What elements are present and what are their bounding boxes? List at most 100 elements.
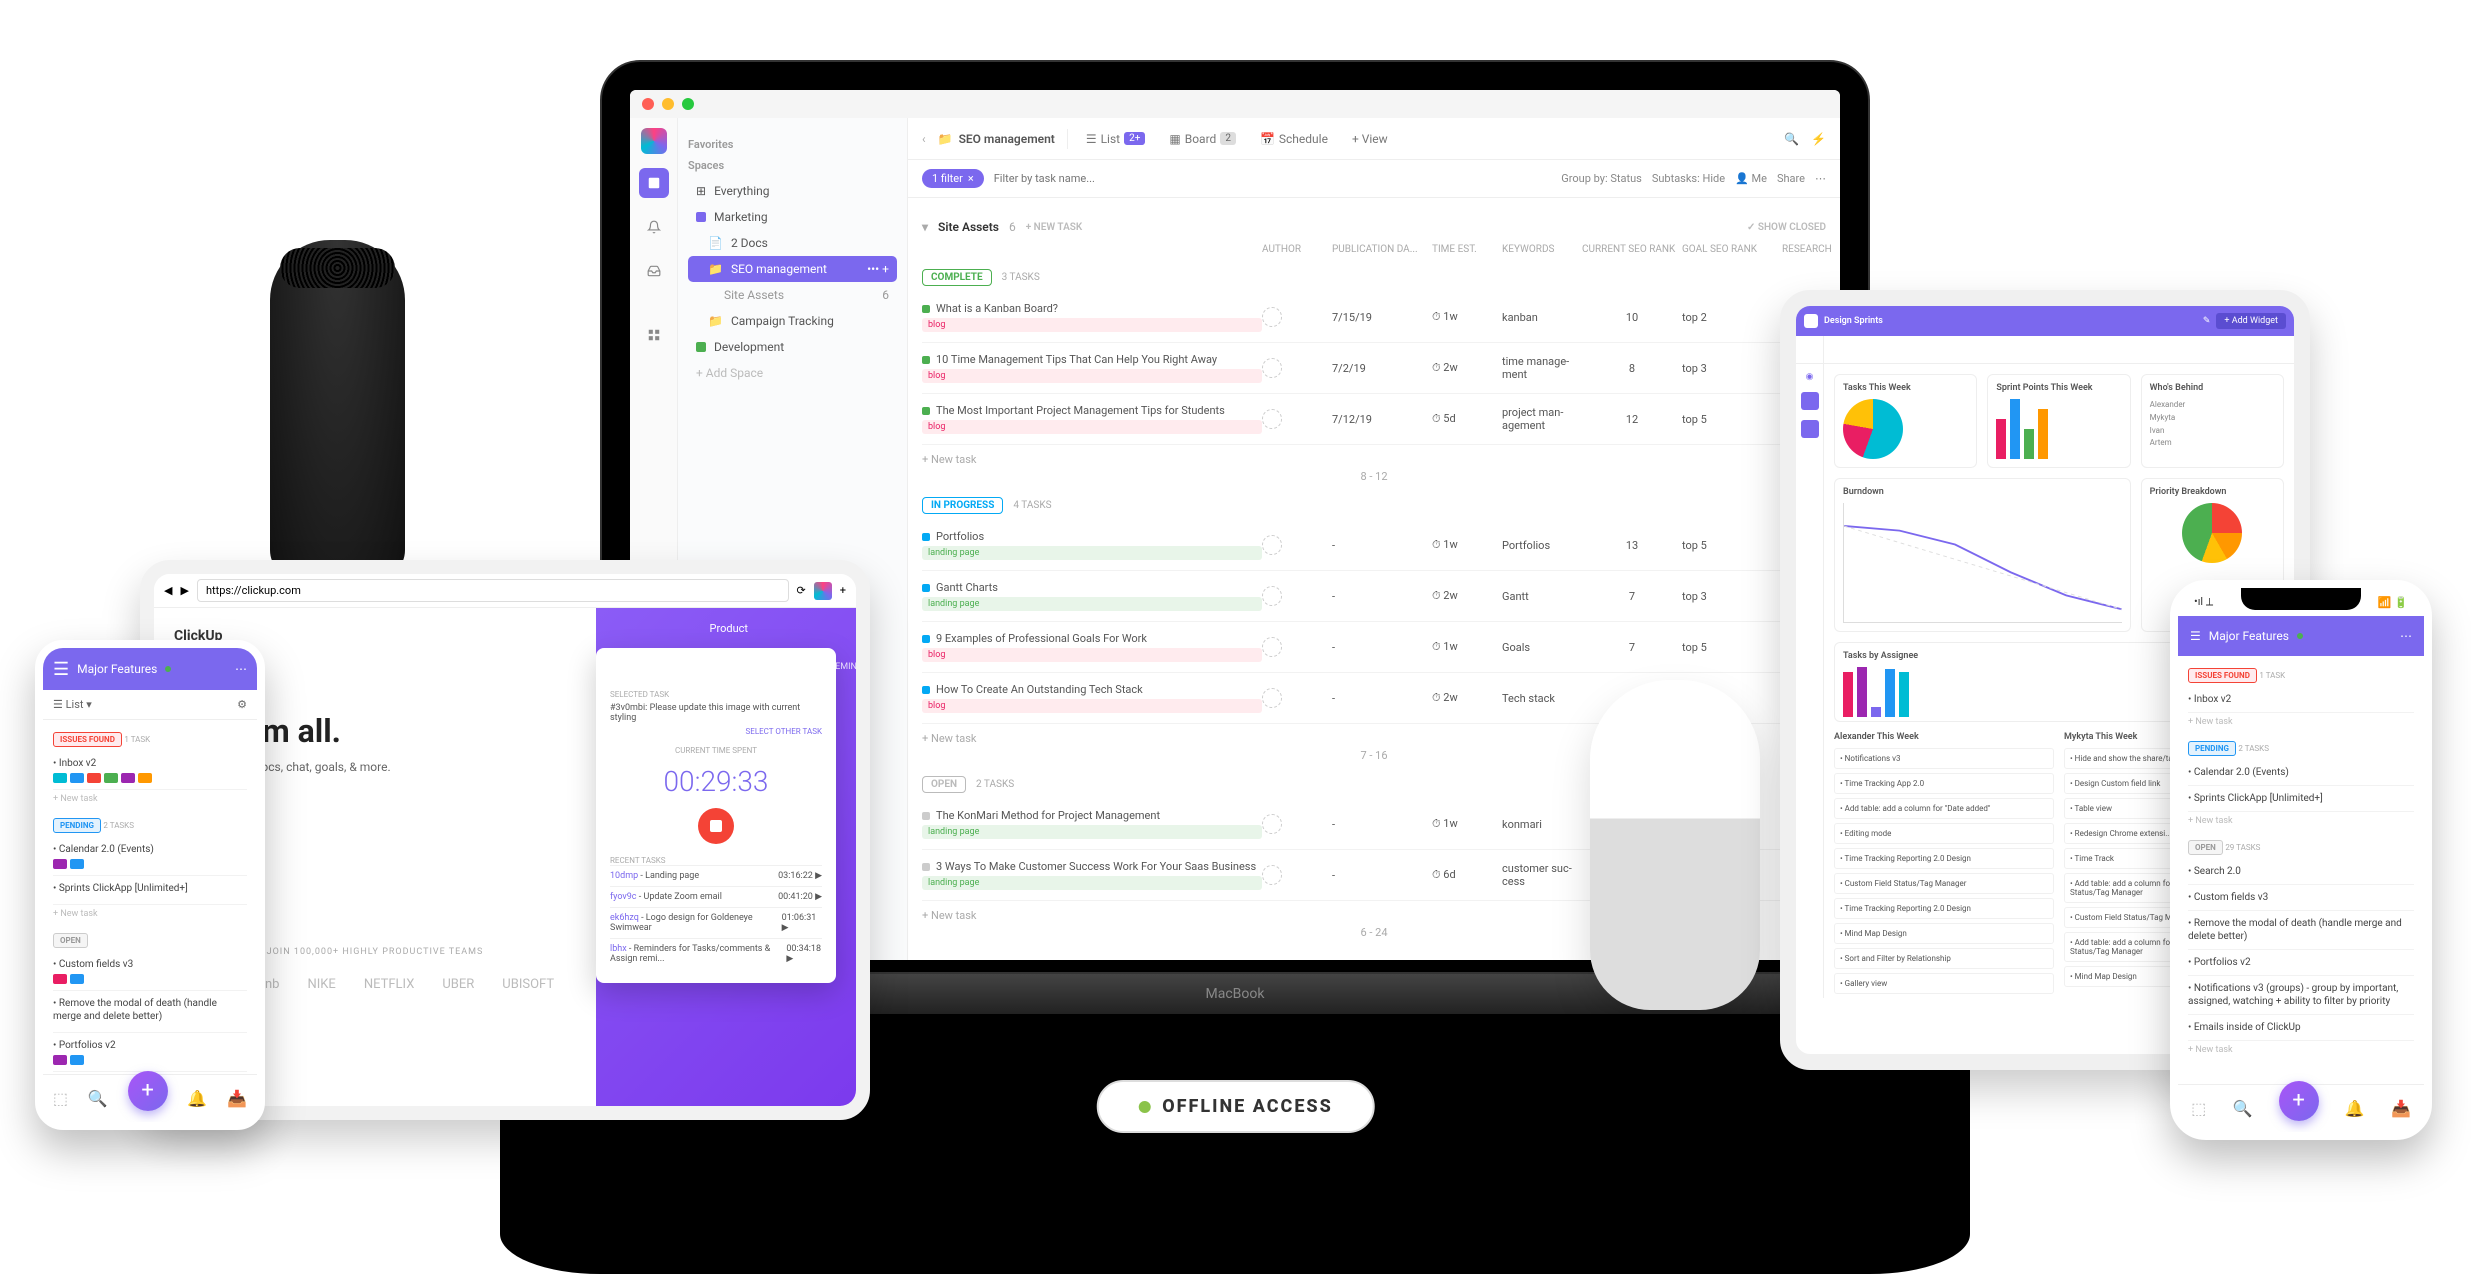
recent-task-row[interactable]: ek6hzq - Logo design for Goldeneye Swimw… [610, 907, 822, 938]
task-row[interactable]: • Calendar 2.0 (Events) [53, 837, 247, 876]
task-row[interactable]: • Search 2.0 [2188, 859, 2414, 885]
task-row[interactable]: • Portfolios v2 [53, 1033, 247, 1072]
fab-add-button[interactable]: + [128, 1071, 168, 1111]
status-pill[interactable]: ISSUES FOUND [53, 732, 122, 747]
sb-icon[interactable]: ◉ [1806, 372, 1814, 382]
new-task-link[interactable]: + New task [922, 453, 1826, 466]
task-row[interactable]: • Remove the modal of death (handle merg… [53, 991, 247, 1033]
inbox-icon[interactable] [639, 256, 669, 286]
status-pill[interactable]: OPEN [53, 933, 88, 948]
task-row[interactable]: 10 Time Management Tips That Can Help Yo… [922, 343, 1826, 394]
filter-icon[interactable]: ⚙ [237, 698, 247, 711]
task-row[interactable]: Gantt Chartslanding page - ⏱ 2w Gantt 7 … [922, 571, 1826, 622]
new-task-link[interactable]: + New task [53, 909, 247, 919]
widget-sprint-points[interactable]: Sprint Points This Week [1987, 374, 2130, 468]
tab-icon[interactable] [814, 582, 832, 600]
task-row[interactable]: The Most Important Project Management Ti… [922, 394, 1826, 445]
breadcrumb[interactable]: 📁SEO management [938, 132, 1055, 146]
tab-board[interactable]: ▦Board2 [1163, 128, 1242, 150]
product-nav[interactable]: Product [604, 616, 848, 641]
share-button[interactable]: Share [1777, 172, 1805, 185]
task-row[interactable]: • Calendar 2.0 (Events) [2188, 760, 2414, 786]
task-row[interactable]: • Sprints ClickApp [Unlimited+] [2188, 786, 2414, 812]
new-task-link[interactable]: + New task [2188, 816, 2414, 826]
new-task-link[interactable]: + New task [2188, 1045, 2414, 1055]
widget-burndown[interactable]: Burndown [1834, 478, 2131, 632]
add-space-button[interactable]: + Add Space [688, 360, 897, 386]
recent-task-row[interactable]: fyov9c - Update Zoom email00:41:20 ▶ [610, 886, 822, 907]
task-row[interactable]: • Custom fields v3 [53, 952, 247, 991]
status-pill[interactable]: PENDING [2188, 741, 2236, 756]
minimize-dot[interactable] [662, 98, 674, 110]
task-row[interactable]: • Inbox v2 [53, 751, 247, 790]
section-title[interactable]: Site Assets [938, 220, 999, 234]
groupby-control[interactable]: Group by: Status [1561, 172, 1642, 185]
status-pill[interactable]: COMPLETE [922, 269, 992, 286]
url-input[interactable] [197, 579, 789, 602]
add-widget-button[interactable]: + Add Widget [2216, 313, 2286, 329]
nav-home-icon[interactable]: ⬚ [2191, 1099, 2206, 1118]
task-row[interactable]: • Remove the modal of death (handle merg… [2188, 911, 2414, 950]
task-row[interactable]: • Emails inside of ClickUp [2188, 1015, 2414, 1041]
back-icon[interactable]: ‹ [922, 132, 926, 146]
sidebar-item-development[interactable]: Development [688, 334, 897, 360]
edit-icon[interactable]: ✎ [2203, 316, 2211, 326]
close-dot[interactable] [642, 98, 654, 110]
task-row[interactable]: 9 Examples of Professional Goals For Wor… [922, 622, 1826, 673]
refresh-icon[interactable]: ⟳ [797, 584, 806, 597]
task-row[interactable]: Portfolioslanding page - ⏱ 1w Portfolios… [922, 520, 1826, 571]
apps-icon[interactable] [639, 320, 669, 350]
maximize-dot[interactable] [682, 98, 694, 110]
list-item[interactable]: • Notifications v3 [1834, 748, 2054, 769]
list-item[interactable]: • Time Tracking App 2.0 [1834, 773, 2054, 794]
status-pill[interactable]: OPEN [2188, 840, 2223, 855]
task-row[interactable]: • Notifications v3 (groups) - group by i… [2188, 976, 2414, 1015]
status-pill[interactable]: IN PROGRESS [922, 497, 1003, 514]
task-row[interactable]: • Sprints ClickApp [Unlimited+] [53, 876, 247, 905]
nav-inbox-icon[interactable]: 📥 [2391, 1099, 2411, 1118]
menu-icon[interactable]: ☰ [53, 659, 69, 680]
sidebar-item-site-assets[interactable]: Site Assets6 [688, 282, 897, 308]
timer-tab[interactable]: SETTINGS [653, 662, 695, 682]
bell-icon[interactable] [639, 212, 669, 242]
task-row[interactable]: • Custom fields v3 [2188, 885, 2414, 911]
clickup-logo-icon[interactable] [641, 128, 667, 154]
back-icon[interactable]: ◀ [164, 584, 172, 597]
more-icon[interactable]: ⋯ [1815, 172, 1826, 185]
filter-chip[interactable]: 1 filter× [922, 169, 984, 188]
tab-schedule[interactable]: 📅Schedule [1254, 128, 1334, 150]
fab-add-button[interactable]: + [2279, 1081, 2319, 1121]
nav-bell-icon[interactable]: 🔔 [2345, 1099, 2365, 1118]
menu-icon[interactable]: ☰ [2190, 629, 2201, 643]
search-icon[interactable]: 🔍 [1784, 132, 1799, 146]
add-view-button[interactable]: + View [1346, 128, 1394, 150]
filter-input[interactable] [994, 172, 1552, 185]
widget-tasks-week[interactable]: Tasks This Week [1834, 374, 1977, 468]
sb-icon[interactable] [1801, 420, 1819, 438]
more-icon[interactable]: ⋯ [2400, 629, 2412, 643]
more-icon[interactable]: ⋯ [235, 662, 247, 676]
widget-whos-behind[interactable]: Who's Behind AlexanderMykytaIvanArtem [2141, 374, 2284, 468]
list-item[interactable]: • Gallery view [1834, 973, 2054, 994]
forward-icon[interactable]: ▶ [180, 584, 188, 597]
nav-search-icon[interactable]: 🔍 [88, 1089, 108, 1108]
status-pill[interactable]: OPEN [922, 776, 966, 793]
status-pill[interactable]: ISSUES FOUND [2188, 668, 2257, 683]
me-filter[interactable]: 👤 Me [1735, 172, 1767, 185]
show-closed-toggle[interactable]: ✓ SHOW CLOSED [1747, 222, 1826, 233]
nav-search-icon[interactable]: 🔍 [2232, 1099, 2252, 1118]
subtasks-control[interactable]: Subtasks: Hide [1652, 172, 1725, 185]
nav-bell-icon[interactable]: 🔔 [187, 1089, 207, 1108]
list-item[interactable]: • Add table: add a column for "Date adde… [1834, 798, 2054, 819]
new-task-button[interactable]: + NEW TASK [1026, 222, 1083, 233]
home-icon[interactable] [639, 168, 669, 198]
list-item[interactable]: • Time Tracking Reporting 2.0 Design [1834, 898, 2054, 919]
sb-icon[interactable] [1801, 392, 1819, 410]
recent-task-row[interactable]: lbhx - Reminders for Tasks/comments & As… [610, 938, 822, 969]
add-tab-icon[interactable]: + [840, 584, 846, 597]
timer-tab[interactable]: REMINDERS [830, 662, 870, 682]
timer-tab[interactable]: TRACK TIME [791, 662, 819, 682]
list-item[interactable]: • Sort and Filter by Relationship [1834, 948, 2054, 969]
task-row[interactable]: • Inbox v2 [2188, 687, 2414, 713]
list-item[interactable]: • Custom Field Status/Tag Manager [1834, 873, 2054, 894]
